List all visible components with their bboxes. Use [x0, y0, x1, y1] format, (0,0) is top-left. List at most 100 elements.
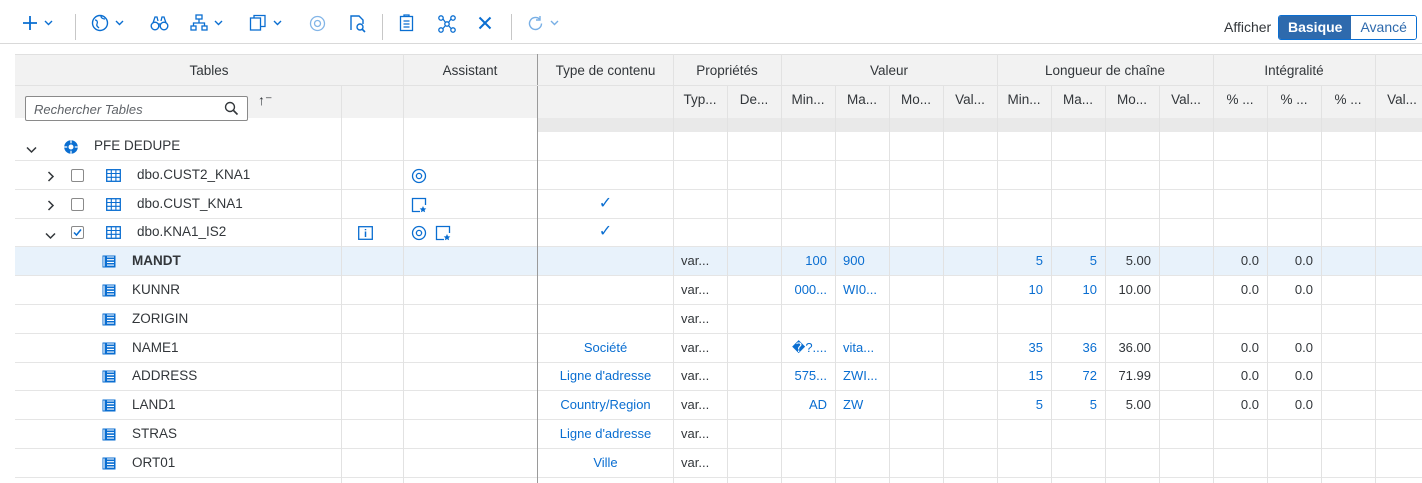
close-button[interactable] [478, 12, 492, 34]
header-content-type: Type de contenu [555, 63, 656, 78]
value-min-cell: �?.... [791, 339, 827, 355]
settings-icon[interactable] [411, 168, 427, 187]
type-cell: var... [681, 426, 710, 441]
content-type-cell [538, 305, 673, 333]
copy-button[interactable] [249, 12, 282, 34]
settings-icon[interactable] [411, 225, 427, 244]
chevron-down-icon [550, 20, 559, 26]
length-min-cell: 5 [1035, 397, 1043, 413]
subheader-7[interactable]: Ma... [1051, 92, 1105, 107]
column-icon [102, 313, 116, 329]
header-assistant: Assistant [442, 63, 498, 78]
subheader-1[interactable]: De... [727, 92, 781, 107]
row-checkbox[interactable] [71, 226, 84, 240]
refresh-button[interactable] [527, 12, 559, 34]
tree-row-table[interactable]: dbo.CUST_KNA1 ✓ [15, 190, 1422, 219]
value-max-cell: ZWI... [843, 368, 878, 384]
settings-button[interactable] [309, 12, 326, 34]
table-name[interactable]: dbo.KNA1_IS2 [137, 218, 226, 246]
subheader-3[interactable]: Ma... [835, 92, 889, 107]
value-min-cell [781, 449, 827, 477]
search-input[interactable]: Rechercher Tables [25, 96, 248, 121]
subheader-0[interactable]: Typ... [673, 92, 727, 107]
assistant-star-icon[interactable] [411, 197, 427, 216]
view-basic-button[interactable]: Basique [1279, 16, 1352, 39]
completeness-2-cell: 0.0 [1294, 253, 1313, 269]
subheader-9[interactable]: Val... [1159, 92, 1213, 107]
column-divider [835, 86, 836, 483]
column-divider [403, 54, 404, 483]
sort-icon[interactable]: ↑⁻ [258, 92, 272, 109]
column-row[interactable]: KUNNR var... 000... WI0... 10 10 10.00 0.0 0.0 [15, 276, 1422, 305]
tree-row-root[interactable]: PFE DEDUPE [15, 132, 1422, 161]
value-min-cell [781, 420, 827, 448]
header-value: Valeur [869, 63, 909, 78]
table-name[interactable]: dbo.CUST2_KNA1 [137, 161, 250, 189]
column-row[interactable]: LAND1 Country/Region var... AD ZW 5 5 5.00 0.0 0.… [15, 391, 1422, 421]
chevron-down-icon [214, 20, 223, 26]
chevron-right-icon[interactable] [47, 199, 55, 214]
column-name[interactable]: NAME1 [132, 334, 179, 362]
column-row[interactable]: ADDRESS Ligne d'adresse var... 575... ZWI...… [15, 362, 1422, 392]
subheader-2[interactable]: Min... [781, 92, 835, 107]
info-icon[interactable] [358, 226, 373, 243]
subheader-10[interactable]: % ... [1213, 92, 1267, 107]
length-min-cell: 10 [1028, 282, 1043, 297]
completeness-1-cell [1213, 305, 1259, 333]
column-name[interactable]: ORT01 [132, 449, 175, 477]
column-name[interactable]: ZORIGIN [132, 305, 188, 333]
column-name[interactable]: LAND1 [132, 391, 176, 419]
subheader-4[interactable]: Mo... [889, 92, 943, 107]
toolbar: Afficher Basique Avancé [0, 0, 1422, 44]
header-properties: Propriétés [696, 63, 758, 78]
column-row[interactable]: MANDT var... 100 900 5 5 5.00 0.0 0.0 [15, 247, 1422, 277]
search-icon[interactable] [224, 101, 239, 116]
table-icon [106, 226, 121, 242]
length-avg-cell: 10.00 [1118, 282, 1151, 297]
column-name[interactable]: MANDT [132, 247, 181, 275]
row-checkbox[interactable] [71, 168, 84, 182]
globe-button[interactable] [91, 12, 124, 34]
close-icon [478, 16, 492, 30]
tree-row-table[interactable]: dbo.KNA1_IS2 ✓ [15, 218, 1422, 248]
hierarchy-button[interactable] [190, 12, 223, 34]
type-cell: var... [681, 368, 710, 384]
table-name[interactable]: dbo.CUST_KNA1 [137, 190, 243, 218]
chevron-down-icon[interactable] [45, 228, 56, 243]
subheader-5[interactable]: Val... [943, 92, 997, 107]
subheader-11[interactable]: % ... [1267, 92, 1321, 107]
content-type-cell: Country/Region [560, 397, 651, 413]
column-row[interactable]: NAME1 Société var... �?.... vita... 35 36 36.00… [15, 334, 1422, 363]
length-avg-cell: 71.99 [1118, 368, 1151, 384]
assistant-star-icon[interactable] [435, 225, 451, 244]
column-row[interactable]: ORT01 Ville var... [15, 449, 1422, 478]
subheader-13[interactable]: Val... [1375, 92, 1422, 107]
edit-search-button[interactable] [348, 12, 367, 34]
column-icon [102, 342, 116, 358]
column-icon [102, 284, 116, 300]
column-divider [1213, 54, 1214, 483]
column-row[interactable]: STRAS Ligne d'adresse var... [15, 420, 1422, 449]
column-name[interactable]: ADDRESS [132, 362, 197, 390]
edit-search-icon [350, 14, 366, 33]
subheader-8[interactable]: Mo... [1105, 92, 1159, 107]
chevron-down-icon[interactable] [26, 142, 37, 157]
column-divider [673, 54, 674, 483]
workflow-button[interactable] [437, 12, 457, 34]
length-avg-cell [1105, 305, 1151, 333]
column-name[interactable]: STRAS [132, 420, 177, 448]
row-checkbox[interactable] [71, 197, 84, 211]
subheader-12[interactable]: % ... [1321, 92, 1375, 107]
column-row[interactable]: ZORIGIN var... [15, 305, 1422, 334]
length-min-cell [997, 449, 1043, 477]
add-button[interactable] [22, 12, 53, 34]
clipboard-button[interactable] [399, 12, 414, 34]
tree-row-table[interactable]: dbo.CUST2_KNA1 [15, 161, 1422, 190]
column-name[interactable]: KUNNR [132, 276, 180, 304]
chevron-right-icon[interactable] [47, 170, 55, 185]
view-advanced-button[interactable]: Avancé [1351, 16, 1416, 39]
binoculars-button[interactable] [150, 12, 169, 34]
column-divider [943, 86, 944, 483]
subheader-6[interactable]: Min... [997, 92, 1051, 107]
length-max-cell: 72 [1082, 368, 1097, 384]
